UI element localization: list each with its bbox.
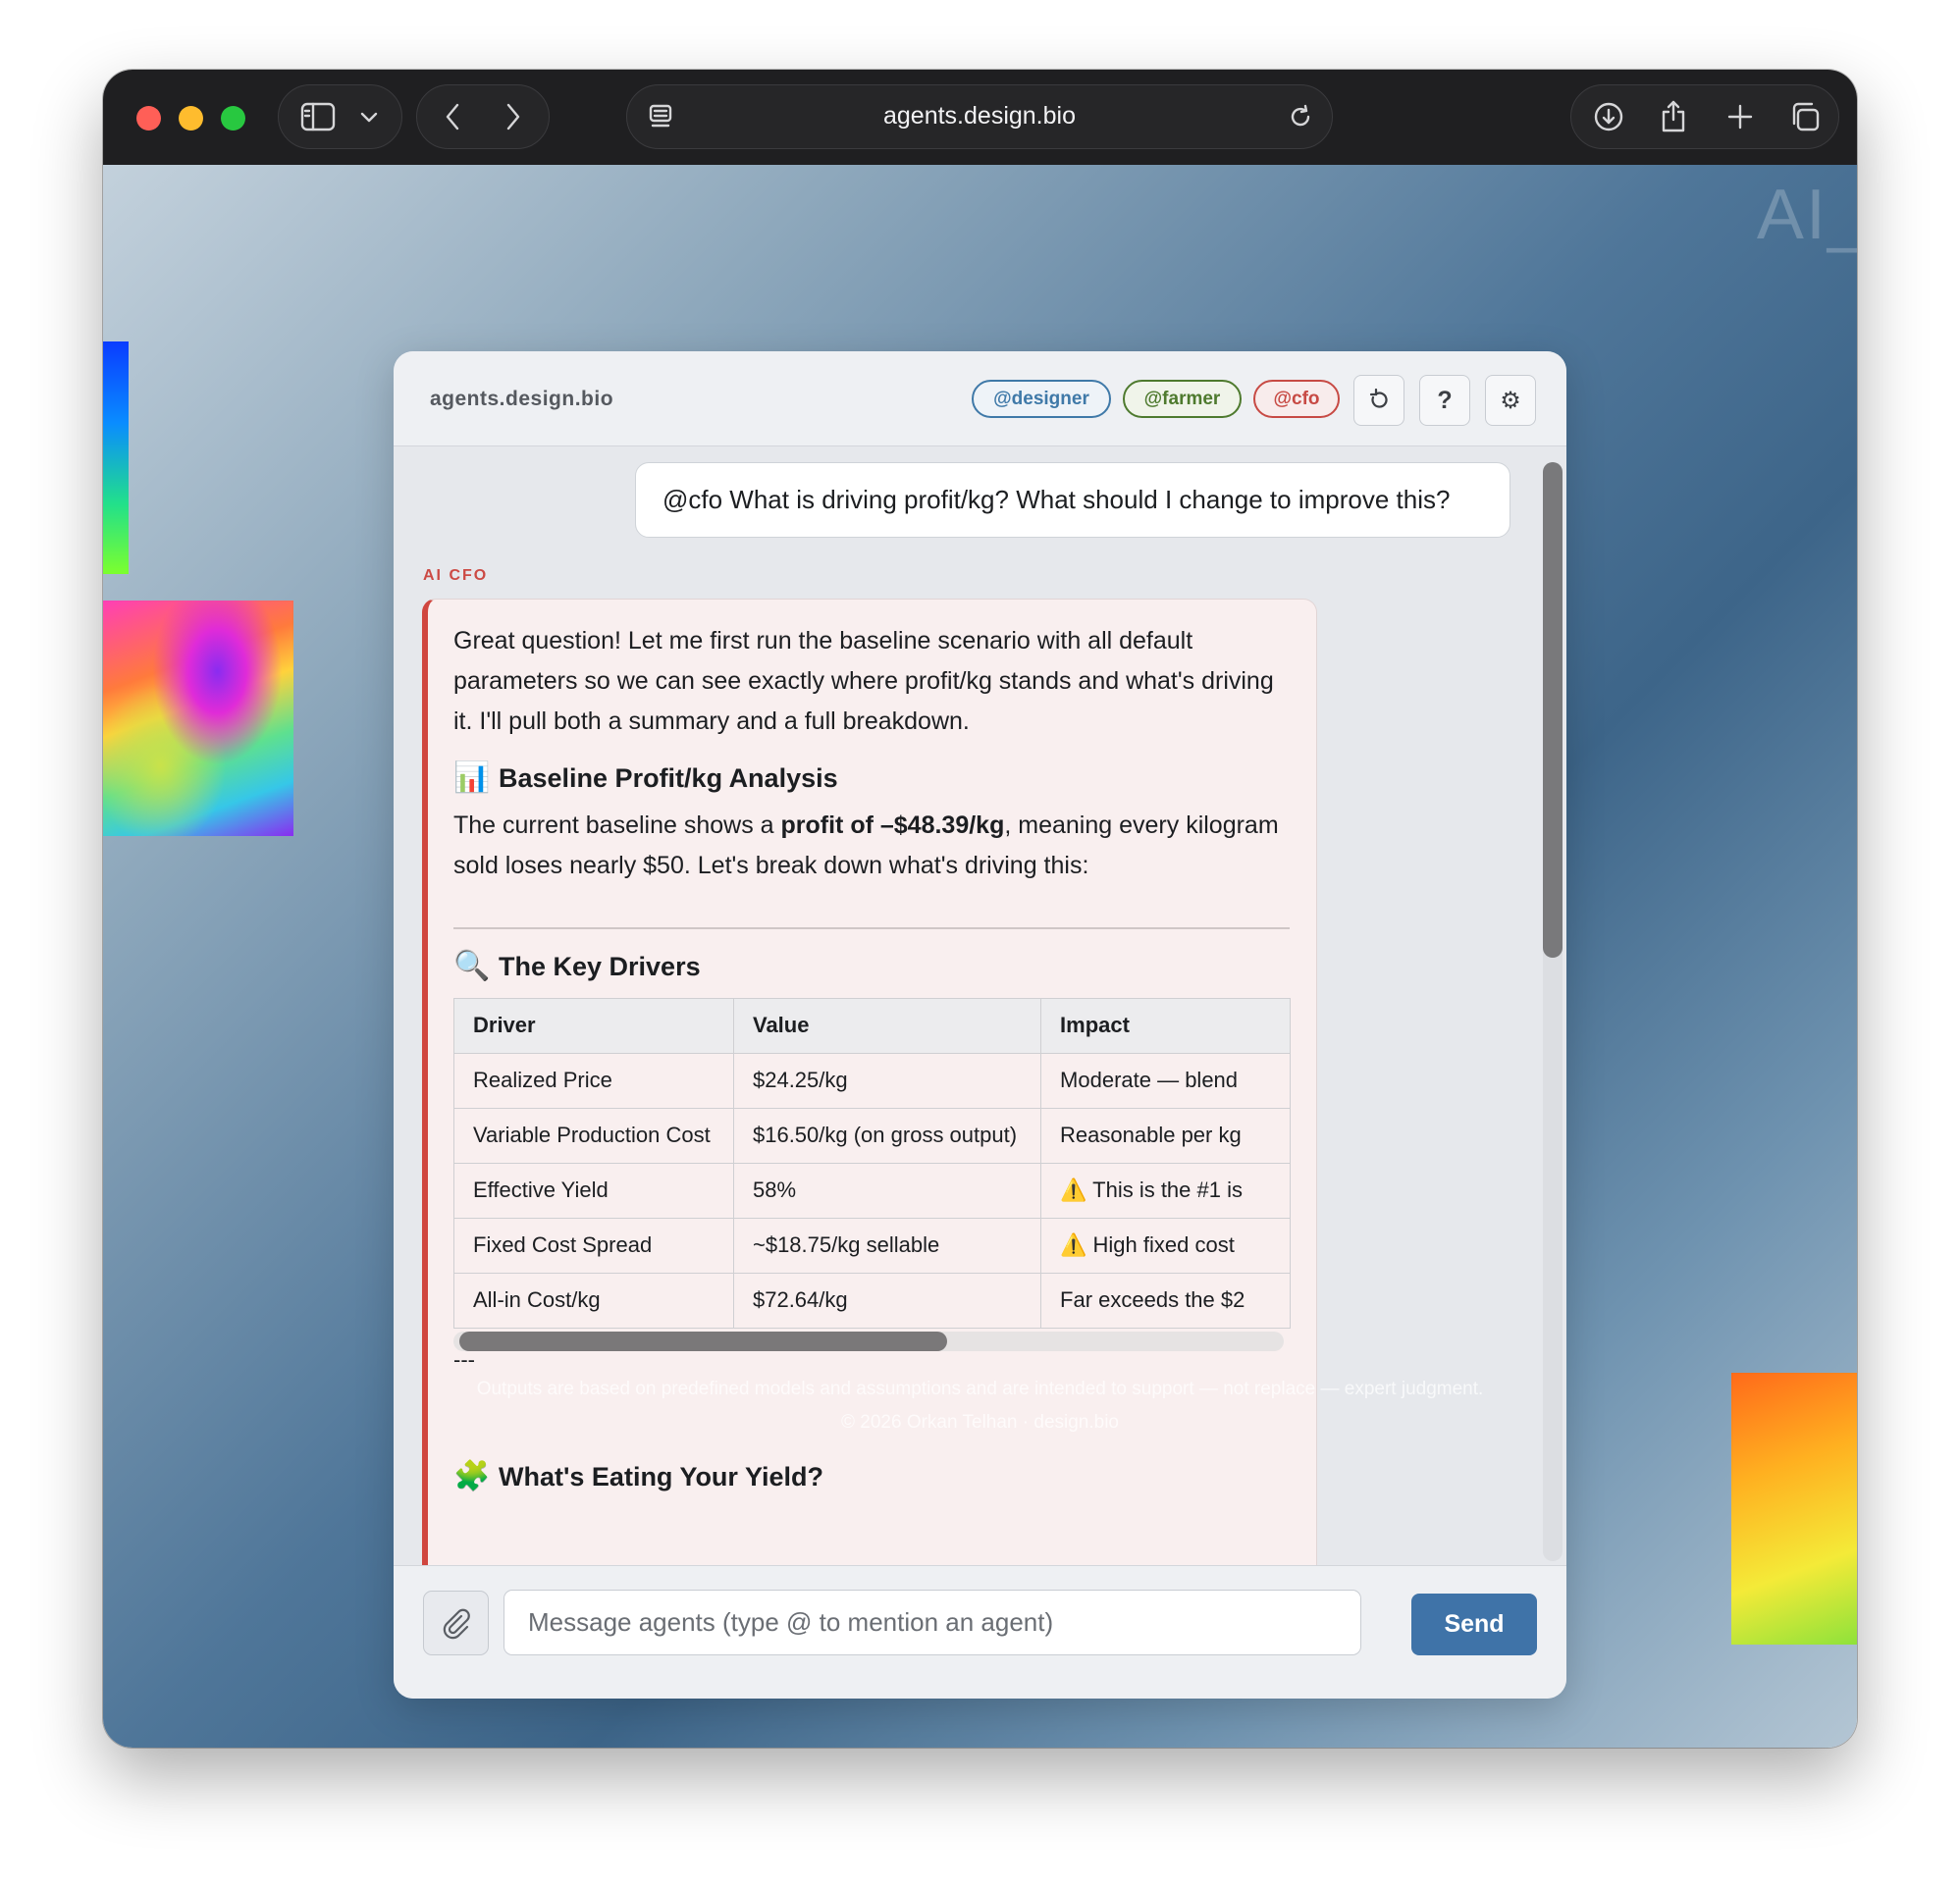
close-window-button[interactable] xyxy=(136,106,161,131)
table-header-cell: Driver xyxy=(453,997,734,1054)
summary-text-bold: profit of –$48.39/kg xyxy=(780,811,1005,839)
table-row: All-in Cost/kg $72.64/kg Far exceeds the… xyxy=(453,1272,1291,1329)
table-cell: Fixed Cost Spread xyxy=(453,1217,734,1274)
agent-intro-text: Great question! Let me first run the bas… xyxy=(453,627,1274,735)
reset-button[interactable] xyxy=(1353,375,1404,426)
section-heading: 📊 Baseline Profit/kg Analysis xyxy=(453,759,1290,798)
sidebar-icon[interactable] xyxy=(292,85,344,147)
browser-window: agents.design.bio AI_ xyxy=(103,70,1857,1748)
minimize-window-button[interactable] xyxy=(179,106,203,131)
divider xyxy=(453,927,1290,929)
send-button[interactable]: Send xyxy=(1411,1594,1537,1655)
bar-chart-icon: 📊 xyxy=(453,761,491,794)
section-heading: 🔍 The Key Drivers xyxy=(453,947,1290,986)
share-icon[interactable] xyxy=(1648,85,1699,147)
table-header-row: Driver Value Impact xyxy=(453,997,1291,1054)
chat-panel: agents.design.bio @designer @farmer @cfo… xyxy=(394,351,1566,1699)
mention-farmer-button[interactable]: @farmer xyxy=(1123,380,1242,418)
table-cell: All-in Cost/kg xyxy=(453,1272,734,1329)
summary-text-part: The current baseline shows a xyxy=(453,811,781,839)
table-header-cell: Impact xyxy=(1040,997,1291,1054)
footer-copyright: © 2026 Orkan Telhan · design.bio xyxy=(841,1412,1119,1433)
table-cell: $16.50/kg (on gross output) xyxy=(732,1107,1042,1164)
section-heading: 🧩 What's Eating Your Yield? xyxy=(453,1457,1290,1496)
table-cell: ⚠️ High fixed cost xyxy=(1040,1217,1291,1274)
puzzle-icon: 🧩 xyxy=(453,1459,491,1492)
decorative-gradient-strip xyxy=(103,341,129,574)
magnifier-icon: 🔍 xyxy=(453,949,491,982)
reset-icon xyxy=(1369,389,1388,408)
mention-cfo-button[interactable]: @cfo xyxy=(1253,380,1340,418)
table-row: Realized Price $24.25/kg Moderate — blen… xyxy=(453,1052,1291,1109)
decorative-gradient-block xyxy=(103,601,293,836)
table-row: Variable Production Cost $16.50/kg (on g… xyxy=(453,1107,1291,1164)
user-message: @cfo What is driving profit/kg? What sho… xyxy=(635,462,1510,538)
table-cell: Far exceeds the $2 xyxy=(1040,1272,1291,1329)
paperclip-icon xyxy=(443,1608,470,1640)
separator-text: --- xyxy=(453,1346,475,1372)
app-brand: agents.design.bio xyxy=(430,387,614,410)
table-cell: Moderate — blend xyxy=(1040,1052,1291,1109)
message-composer: Send xyxy=(394,1565,1566,1699)
drivers-table: Driver Value Impact Realized Price $24.2… xyxy=(453,997,1291,1329)
toolbar-actions xyxy=(1570,84,1839,149)
table-cell: Variable Production Cost xyxy=(453,1107,734,1164)
navigation-group xyxy=(416,84,550,149)
browser-titlebar: agents.design.bio xyxy=(103,70,1857,165)
url-text[interactable]: agents.design.bio xyxy=(627,85,1332,147)
message-input[interactable] xyxy=(503,1590,1361,1655)
sidebar-toggle-group xyxy=(278,84,402,149)
download-icon[interactable] xyxy=(1583,85,1634,147)
zoom-window-button[interactable] xyxy=(221,106,245,131)
table-cell: Reasonable per kg xyxy=(1040,1107,1291,1164)
help-button[interactable]: ? xyxy=(1419,375,1470,426)
chat-scrollbar-thumb[interactable] xyxy=(1543,462,1563,958)
new-tab-icon[interactable] xyxy=(1715,85,1766,147)
forward-icon[interactable] xyxy=(488,85,539,147)
table-cell: Realized Price xyxy=(453,1052,734,1109)
section-title: Baseline Profit/kg Analysis xyxy=(499,763,838,793)
chevron-down-icon[interactable] xyxy=(347,85,391,147)
agent-name-label: AI CFO xyxy=(423,567,489,584)
table-cell: ⚠️ This is the #1 is xyxy=(1040,1162,1291,1219)
attach-button[interactable] xyxy=(423,1591,489,1655)
corner-watermark-text: AI_ xyxy=(1756,176,1857,254)
mention-designer-button[interactable]: @designer xyxy=(972,380,1111,418)
table-row: Fixed Cost Spread ~$18.75/kg sellable ⚠️… xyxy=(453,1217,1291,1274)
back-icon[interactable] xyxy=(427,85,478,147)
table-cell: Effective Yield xyxy=(453,1162,734,1219)
table-header-cell: Value xyxy=(732,997,1042,1054)
settings-button[interactable]: ⚙ xyxy=(1485,375,1536,426)
tabs-overview-icon[interactable] xyxy=(1779,85,1830,147)
chat-header: agents.design.bio @designer @farmer @cfo… xyxy=(394,351,1566,446)
section-title: What's Eating Your Yield? xyxy=(499,1461,823,1492)
table-cell: $24.25/kg xyxy=(732,1052,1042,1109)
table-row: Effective Yield 58% ⚠️ This is the #1 is xyxy=(453,1162,1291,1219)
gear-icon: ⚙ xyxy=(1500,387,1521,414)
drivers-table-scroll[interactable]: Driver Value Impact Realized Price $24.2… xyxy=(453,997,1291,1351)
baseline-summary-text: The current baseline shows a profit of –… xyxy=(453,806,1290,886)
table-cell: ~$18.75/kg sellable xyxy=(732,1217,1042,1274)
table-cell: $72.64/kg xyxy=(732,1272,1042,1329)
table-scrollbar-thumb[interactable] xyxy=(459,1331,947,1351)
section-title: The Key Drivers xyxy=(499,951,701,981)
address-bar[interactable]: agents.design.bio xyxy=(626,84,1333,149)
table-cell: 58% xyxy=(732,1162,1042,1219)
page-content: AI_ agents.design.bio @designer @farmer … xyxy=(103,165,1857,1748)
footer-disclaimer: Outputs are based on predefined models a… xyxy=(476,1379,1484,1399)
reload-icon[interactable] xyxy=(1281,85,1320,147)
